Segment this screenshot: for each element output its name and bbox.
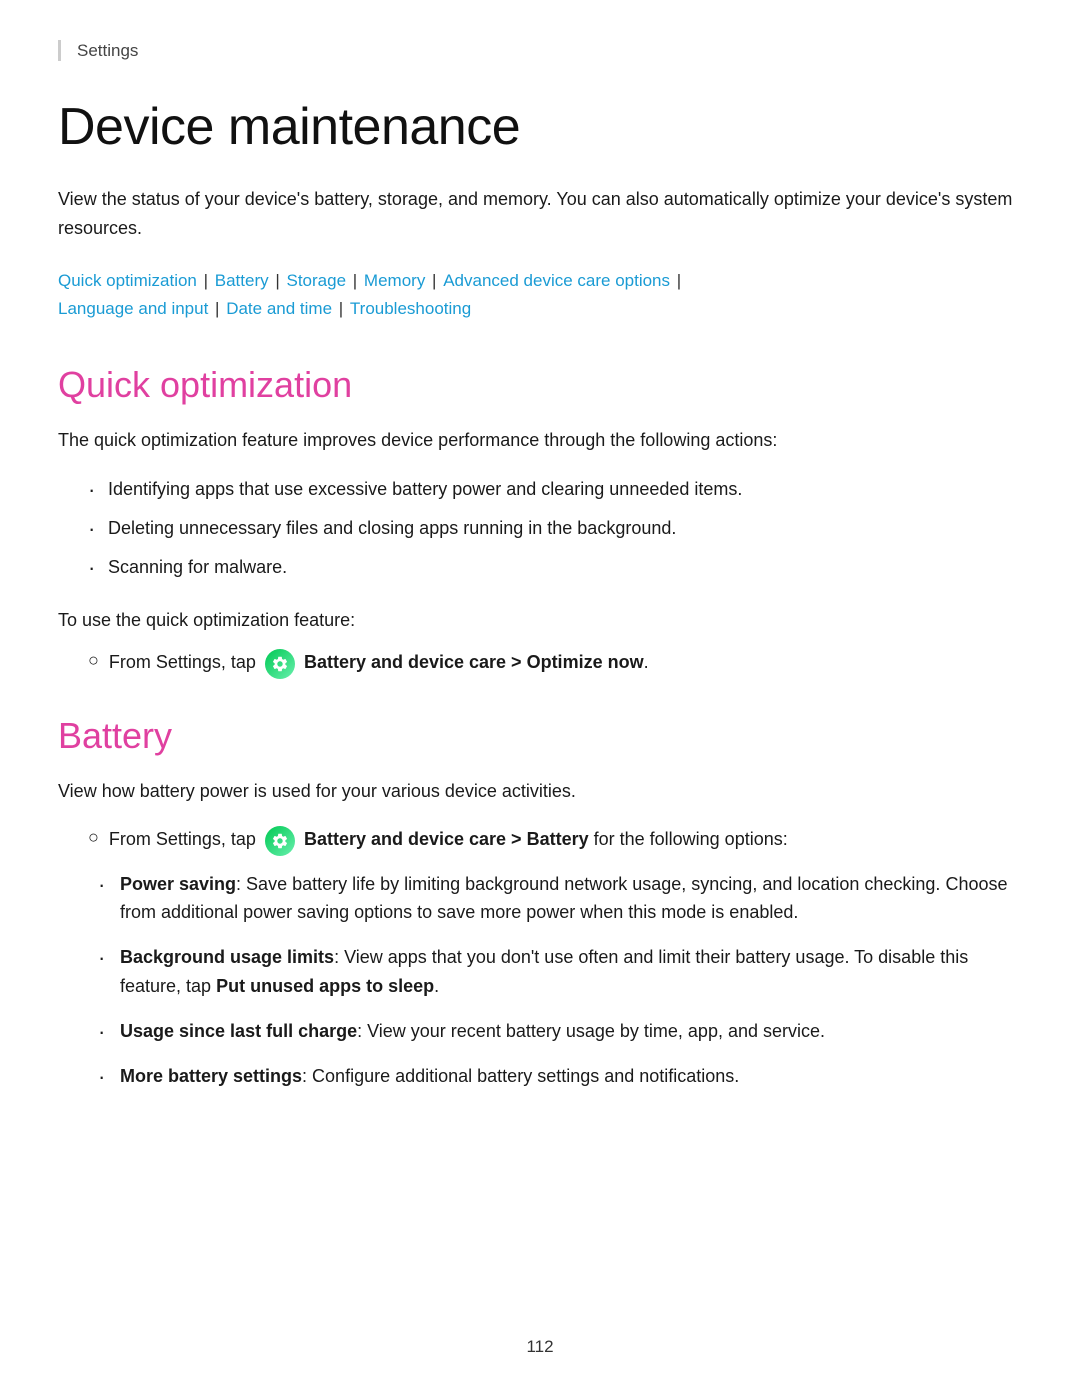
battery-sub-bullets: Power saving: Save battery life by limit… [98, 870, 1022, 1091]
bullet-item: Deleting unnecessary files and closing a… [88, 514, 1022, 543]
sub-bullet-usage-since: Usage since last full charge: View your … [98, 1017, 1022, 1046]
battery-section: Battery View how battery power is used f… [58, 715, 1022, 1091]
battery-step-bold: Battery and device care > Battery [304, 829, 589, 849]
more-battery-label: More battery settings [120, 1066, 302, 1086]
sub-bullet-more-battery: More battery settings: Configure additio… [98, 1062, 1022, 1091]
quick-optimization-intro: The quick optimization feature improves … [58, 426, 1022, 455]
breadcrumb: Settings [58, 40, 1022, 61]
bullet-item: Scanning for malware. [88, 553, 1022, 582]
nav-link-storage[interactable]: Storage [287, 271, 347, 290]
page-title: Device maintenance [58, 97, 1022, 157]
quick-optimization-section: Quick optimization The quick optimizatio… [58, 364, 1022, 678]
sub-bullet-background-usage: Background usage limits: View apps that … [98, 943, 1022, 1001]
battery-heading: Battery [58, 715, 1022, 757]
nav-link-troubleshooting[interactable]: Troubleshooting [350, 299, 471, 318]
power-saving-label: Power saving [120, 874, 236, 894]
breadcrumb-label: Settings [77, 41, 138, 60]
step-text: From Settings, tap Battery and device ca… [109, 825, 788, 855]
quick-optimization-step: ○ From Settings, tap Battery and device … [88, 648, 1022, 678]
battery-step: ○ From Settings, tap Battery and device … [88, 825, 1022, 855]
settings-gear-icon-2 [265, 826, 295, 856]
sub-bullet-power-saving: Power saving: Save battery life by limit… [98, 870, 1022, 928]
page-number: 112 [0, 1337, 1080, 1357]
nav-link-quick-optimization[interactable]: Quick optimization [58, 271, 197, 290]
nav-link-memory[interactable]: Memory [364, 271, 425, 290]
step-circle-icon: ○ [88, 650, 99, 671]
usage-since-label: Usage since last full charge [120, 1021, 357, 1041]
settings-gear-icon [265, 649, 295, 679]
quick-optimization-bullets: Identifying apps that use excessive batt… [88, 475, 1022, 581]
nav-link-date[interactable]: Date and time [226, 299, 332, 318]
nav-link-language[interactable]: Language and input [58, 299, 208, 318]
nav-links: Quick optimization | Battery | Storage |… [58, 267, 1022, 325]
battery-intro: View how battery power is used for your … [58, 777, 1022, 806]
bullet-item: Identifying apps that use excessive batt… [88, 475, 1022, 504]
nav-link-advanced[interactable]: Advanced device care options [443, 271, 670, 290]
nav-link-battery[interactable]: Battery [215, 271, 269, 290]
step-bold-text: Battery and device care > Optimize now [304, 652, 644, 672]
step-circle-icon: ○ [88, 827, 99, 848]
quick-optimization-heading: Quick optimization [58, 364, 1022, 406]
step-text: From Settings, tap Battery and device ca… [109, 648, 649, 678]
background-usage-label: Background usage limits [120, 947, 334, 967]
quick-optimization-instruction: To use the quick optimization feature: [58, 606, 1022, 635]
put-unused-label: Put unused apps to sleep [216, 976, 434, 996]
page-intro: View the status of your device's battery… [58, 185, 1022, 243]
